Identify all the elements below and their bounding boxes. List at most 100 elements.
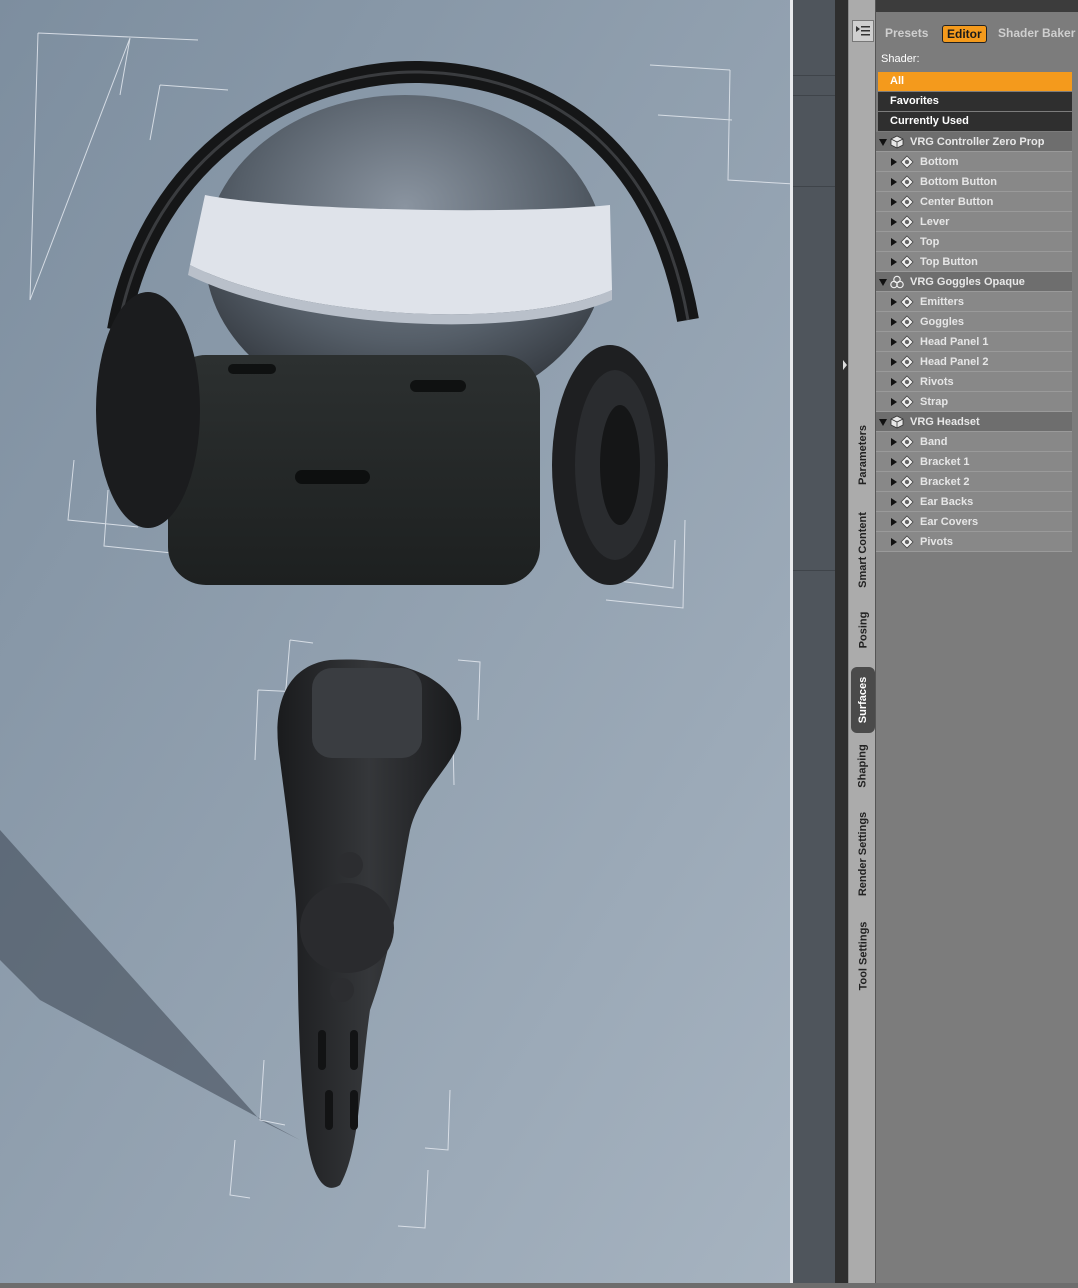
tree-item-label: Bracket 1 <box>920 456 970 468</box>
expand-arrow-icon[interactable] <box>891 218 897 226</box>
tab-parameters[interactable]: Parameters <box>851 410 875 500</box>
tab-smart-content[interactable]: Smart Content <box>851 500 875 600</box>
filter-favorites[interactable]: Favorites <box>878 92 1072 111</box>
tree-item[interactable]: Goggles <box>876 312 1072 332</box>
tree-item[interactable]: Bracket 2 <box>876 472 1072 492</box>
tree-item[interactable]: Bottom Button <box>876 172 1072 192</box>
tree-group[interactable]: VRG Controller Zero Prop <box>876 132 1072 152</box>
tree-item-label: Lever <box>920 216 950 228</box>
tree-item-label: Bottom Button <box>920 176 997 188</box>
tab-presets[interactable]: Presets <box>885 26 928 40</box>
expand-arrow-icon[interactable] <box>891 518 897 526</box>
surface-material-icon <box>900 455 914 469</box>
tree-item-label: Bracket 2 <box>920 476 970 488</box>
tab-surfaces[interactable]: Surfaces <box>851 667 875 733</box>
expand-arrow-icon[interactable] <box>891 178 897 186</box>
tree-item[interactable]: Bracket 1 <box>876 452 1072 472</box>
surface-material-icon <box>900 295 914 309</box>
tree-item[interactable]: Top <box>876 232 1072 252</box>
expand-arrow-icon[interactable] <box>891 498 897 506</box>
surface-material-icon <box>900 315 914 329</box>
tree-group[interactable]: VRG Goggles Opaque <box>876 272 1072 292</box>
tree-group-label: VRG Controller Zero Prop <box>910 136 1045 148</box>
surface-material-icon <box>900 495 914 509</box>
expand-arrow-icon[interactable] <box>891 438 897 446</box>
surface-material-icon <box>900 175 914 189</box>
tree-item-label: Band <box>920 436 948 448</box>
expand-arrow-icon[interactable] <box>891 258 897 266</box>
tab-posing[interactable]: Posing <box>851 600 875 660</box>
surface-material-icon <box>900 395 914 409</box>
tree-item-label: Top <box>920 236 940 248</box>
surface-material-icon <box>900 375 914 389</box>
expand-arrow-icon[interactable] <box>879 139 887 146</box>
tab-render-settings[interactable]: Render Settings <box>851 800 875 908</box>
expand-arrow-icon[interactable] <box>891 538 897 546</box>
expand-arrow-icon[interactable] <box>891 398 897 406</box>
surface-material-icon <box>900 215 914 229</box>
3d-viewport[interactable] <box>0 0 790 1283</box>
expand-arrow-icon[interactable] <box>891 318 897 326</box>
tree-item-label: Top Button <box>920 256 978 268</box>
tree-item-label: Ear Covers <box>920 516 979 528</box>
tree-item-label: Ear Backs <box>920 496 974 508</box>
tree-group-label: VRG Headset <box>910 416 980 428</box>
expand-arrow-icon[interactable] <box>891 378 897 386</box>
tree-item[interactable]: Top Button <box>876 252 1072 272</box>
tree-item-label: Rivots <box>920 376 954 388</box>
tree-item[interactable]: Center Button <box>876 192 1072 212</box>
surface-material-icon <box>900 355 914 369</box>
tree-item-label: Head Panel 2 <box>920 356 989 368</box>
tree-item[interactable]: Ear Covers <box>876 512 1072 532</box>
tree-item[interactable]: Emitters <box>876 292 1072 312</box>
surface-material-icon <box>900 335 914 349</box>
tree-item-label: Pivots <box>920 536 954 548</box>
expand-arrow-icon[interactable] <box>891 198 897 206</box>
expand-arrow-icon[interactable] <box>879 279 887 286</box>
surface-material-icon <box>900 435 914 449</box>
tree-item[interactable]: Head Panel 1 <box>876 332 1072 352</box>
expand-arrow-icon[interactable] <box>879 419 887 426</box>
tree-item[interactable]: Head Panel 2 <box>876 352 1072 372</box>
surfaces-pane: Presets Editor Shader Baker Shader: All … <box>876 0 1078 1283</box>
expand-arrow-icon[interactable] <box>891 458 897 466</box>
tab-editor[interactable]: Editor <box>942 25 987 43</box>
tree-item[interactable]: Bottom <box>876 152 1072 172</box>
tab-tool-settings[interactable]: Tool Settings <box>851 912 875 1000</box>
surface-material-icon <box>900 515 914 529</box>
surface-material-icon <box>900 475 914 489</box>
surface-material-icon <box>900 255 914 269</box>
menu-icon <box>856 26 870 36</box>
surface-material-icon <box>900 535 914 549</box>
tree-item[interactable]: Band <box>876 432 1072 452</box>
shader-label: Shader: <box>881 53 920 65</box>
expand-arrow-icon[interactable] <box>891 478 897 486</box>
tree-group-label: VRG Goggles Opaque <box>910 276 1025 288</box>
tree-item[interactable]: Rivots <box>876 372 1072 392</box>
pane-dock-strip <box>793 0 835 1283</box>
tab-shader-baker[interactable]: Shader Baker <box>998 26 1075 40</box>
tree-group[interactable]: VRG Headset <box>876 412 1072 432</box>
prop-icon <box>890 415 904 429</box>
filter-currently-used[interactable]: Currently Used <box>878 112 1072 131</box>
surface-material-icon <box>900 235 914 249</box>
tree-item[interactable]: Lever <box>876 212 1072 232</box>
node-group-icon <box>890 275 904 289</box>
expand-arrow-icon[interactable] <box>891 238 897 246</box>
pane-menu-button[interactable] <box>852 20 874 42</box>
scene-render <box>0 0 790 1283</box>
expand-arrow-icon[interactable] <box>891 358 897 366</box>
expand-arrow-icon[interactable] <box>891 338 897 346</box>
filter-all[interactable]: All <box>878 72 1072 91</box>
tab-shaping[interactable]: Shaping <box>851 735 875 797</box>
prop-icon <box>890 135 904 149</box>
tree-item[interactable]: Pivots <box>876 532 1072 552</box>
tree-item-label: Head Panel 1 <box>920 336 989 348</box>
expand-arrow-icon[interactable] <box>891 298 897 306</box>
tree-item[interactable]: Strap <box>876 392 1072 412</box>
tree-item[interactable]: Ear Backs <box>876 492 1072 512</box>
surface-material-icon <box>900 195 914 209</box>
expand-arrow-icon[interactable] <box>891 158 897 166</box>
pane-splitter[interactable] <box>835 0 848 1283</box>
tree-item-label: Center Button <box>920 196 994 208</box>
